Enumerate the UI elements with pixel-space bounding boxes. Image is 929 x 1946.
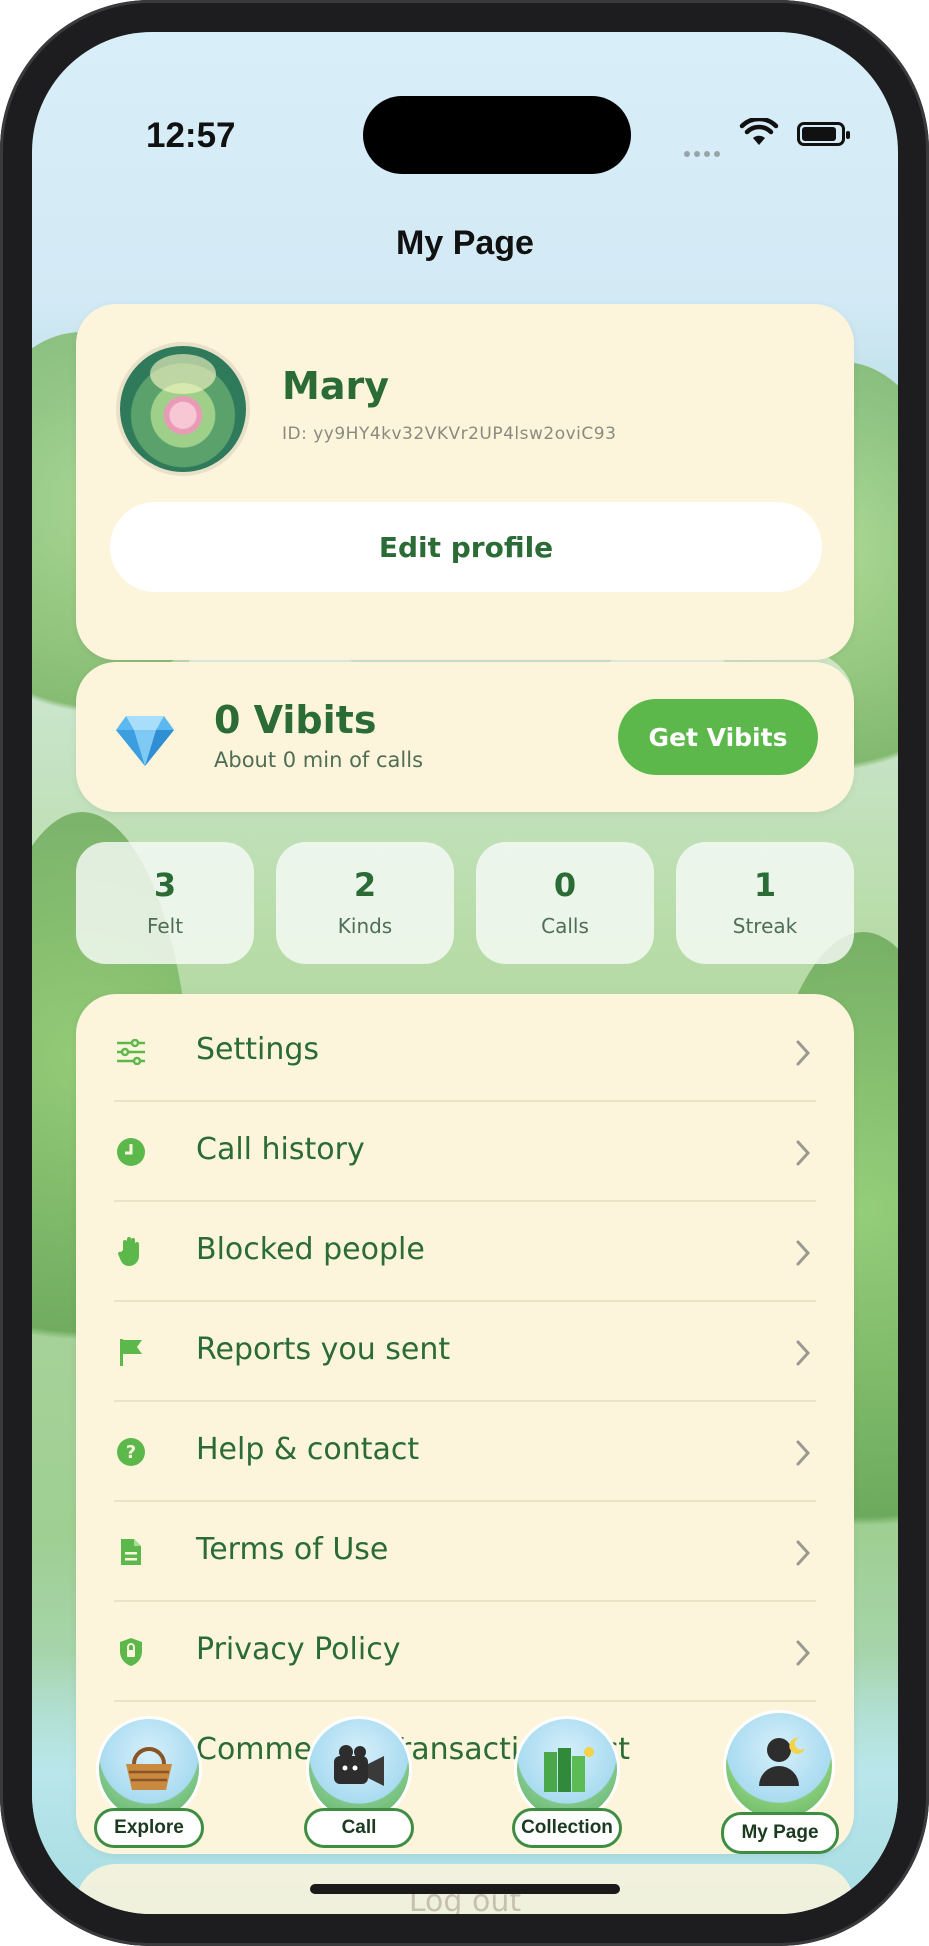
stat-label: Streak bbox=[732, 914, 798, 938]
profile-id: ID: yy9HY4kv32VKVr2UP4lsw2oviC93 bbox=[282, 424, 617, 444]
profile-name: Mary bbox=[282, 364, 389, 408]
stat-label: Felt bbox=[146, 914, 184, 938]
menu-item-terms-of-use[interactable]: Terms of Use bbox=[114, 1502, 816, 1602]
chevron-right-icon bbox=[796, 1040, 811, 1066]
stat-value: 1 bbox=[753, 866, 777, 904]
menu-item-help-contact[interactable]: ? Help & contact bbox=[114, 1402, 816, 1502]
dynamic-island bbox=[363, 96, 631, 174]
menu-label: Settings bbox=[196, 1032, 320, 1067]
menu-label: Help & contact bbox=[196, 1432, 420, 1467]
chevron-right-icon bbox=[796, 1240, 811, 1266]
menu-label: Blocked people bbox=[196, 1232, 425, 1267]
profile-card: Mary ID: yy9HY4kv32VKVr2UP4lsw2oviC93 Ed… bbox=[76, 304, 854, 660]
diamond-icon bbox=[116, 716, 174, 766]
basket-icon bbox=[126, 1747, 172, 1790]
wifi-icon bbox=[739, 118, 779, 145]
camera-icon bbox=[334, 1745, 384, 1786]
stat-value: 2 bbox=[353, 866, 377, 904]
chevron-right-icon bbox=[796, 1640, 811, 1666]
tab-call[interactable]: Call bbox=[300, 1706, 418, 1866]
menu-item-privacy-policy[interactable]: Privacy Policy bbox=[114, 1602, 816, 1702]
tab-collection[interactable]: Collection bbox=[508, 1706, 626, 1866]
stats-row: 3 Felt 2 Kinds 0 Calls 1 Streak bbox=[76, 842, 854, 966]
avatar[interactable] bbox=[116, 342, 250, 476]
vibits-count: 0 Vibits bbox=[214, 698, 377, 742]
tab-my-page[interactable]: My Page bbox=[717, 1706, 841, 1866]
tab-label: Call bbox=[304, 1808, 414, 1848]
tab-label: Explore bbox=[94, 1808, 204, 1848]
home-indicator bbox=[310, 1884, 620, 1894]
stat-value: 3 bbox=[153, 866, 177, 904]
menu-label: Reports you sent bbox=[196, 1332, 451, 1367]
hand-icon bbox=[114, 1235, 148, 1269]
stat-kinds: 2 Kinds bbox=[276, 842, 454, 964]
menu-label: Privacy Policy bbox=[196, 1632, 401, 1667]
edit-profile-button[interactable]: Edit profile bbox=[110, 502, 822, 592]
person-icon bbox=[759, 1737, 805, 1786]
menu-label: Call history bbox=[196, 1132, 365, 1167]
menu-label: Terms of Use bbox=[196, 1532, 389, 1567]
stat-streak: 1 Streak bbox=[676, 842, 854, 964]
vibits-subtitle: About 0 min of calls bbox=[214, 748, 424, 772]
signal-dots-icon bbox=[684, 142, 724, 161]
tab-label: My Page bbox=[721, 1812, 839, 1854]
document-icon bbox=[114, 1535, 148, 1569]
stat-calls: 0 Calls bbox=[476, 842, 654, 964]
tab-bar: Explore Call Collection My Page bbox=[32, 1706, 898, 1866]
chevron-right-icon bbox=[796, 1340, 811, 1366]
svg-text:?: ? bbox=[126, 1442, 136, 1463]
tab-explore[interactable]: Explore bbox=[90, 1706, 208, 1866]
chevron-right-icon bbox=[796, 1440, 811, 1466]
clock-icon bbox=[114, 1135, 148, 1169]
stat-label: Calls bbox=[541, 914, 589, 938]
sliders-icon bbox=[114, 1035, 148, 1069]
menu-item-blocked-people[interactable]: Blocked people bbox=[114, 1202, 816, 1302]
screen: 12:57 My Page Mary ID: yy9HY4kv32VKVr2UP… bbox=[32, 32, 898, 1914]
chevron-right-icon bbox=[796, 1140, 811, 1166]
page-title: My Page bbox=[396, 224, 534, 262]
chevron-right-icon bbox=[796, 1540, 811, 1566]
shield-icon bbox=[114, 1635, 148, 1669]
books-icon bbox=[544, 1747, 594, 1792]
vibits-card: 0 Vibits About 0 min of calls Get Vibits bbox=[76, 662, 854, 812]
menu-item-reports-sent[interactable]: Reports you sent bbox=[114, 1302, 816, 1402]
question-icon: ? bbox=[114, 1435, 148, 1469]
get-vibits-button[interactable]: Get Vibits bbox=[618, 699, 818, 775]
status-time: 12:57 bbox=[146, 116, 236, 155]
stat-value: 0 bbox=[553, 866, 577, 904]
phone-frame: 12:57 My Page Mary ID: yy9HY4kv32VKVr2UP… bbox=[0, 0, 929, 1946]
menu-item-call-history[interactable]: Call history bbox=[114, 1102, 816, 1202]
stat-felt: 3 Felt bbox=[76, 842, 254, 964]
tab-label: Collection bbox=[512, 1808, 622, 1848]
battery-icon bbox=[797, 122, 850, 146]
menu-item-settings[interactable]: Settings bbox=[114, 1002, 816, 1102]
flag-icon bbox=[114, 1335, 148, 1369]
stat-label: Kinds bbox=[337, 914, 393, 938]
